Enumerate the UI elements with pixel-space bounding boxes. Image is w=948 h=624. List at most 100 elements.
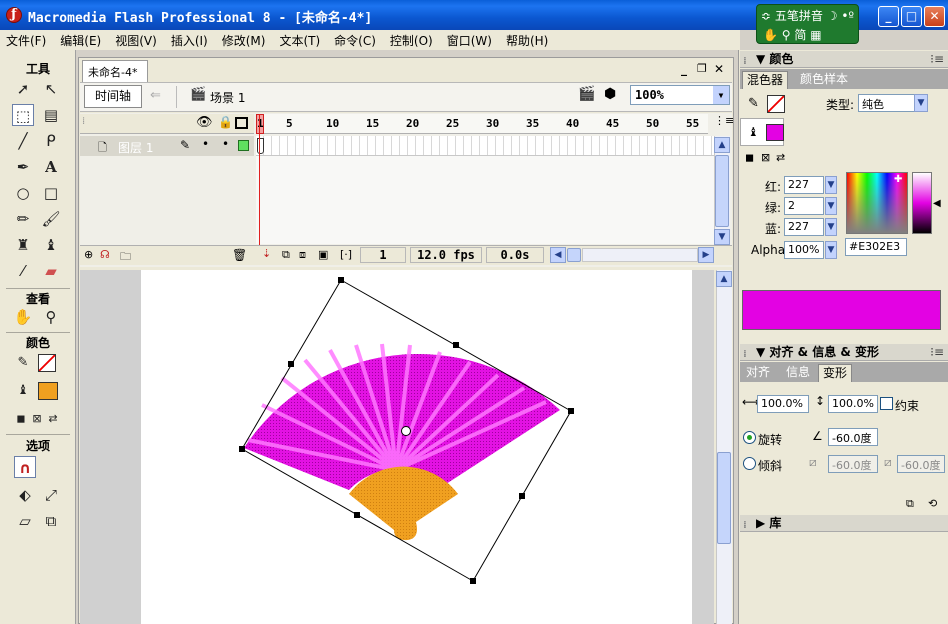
- skew-vertical-input[interactable]: -60.0度: [897, 455, 945, 473]
- ime-mode[interactable]: 简: [794, 28, 806, 42]
- align-panel-header[interactable]: ⁞ ▼ 对齐 & 信息 & 变形 ⁝≡: [740, 344, 948, 361]
- maximize-button[interactable]: □: [901, 6, 922, 27]
- panel-fill-swatch[interactable]: [766, 124, 784, 141]
- panel-options-icon[interactable]: ⁝≡: [930, 344, 944, 361]
- transform-center-point[interactable]: [401, 426, 411, 436]
- close-button[interactable]: ✕: [924, 6, 945, 27]
- timeline-scroll-left[interactable]: ◀: [550, 247, 566, 263]
- line-tool-icon[interactable]: ╱: [12, 130, 34, 152]
- menu-control[interactable]: 控制(O): [390, 32, 433, 49]
- modify-onion-markers-icon[interactable]: [·]: [340, 248, 352, 261]
- timeline-scroll-right[interactable]: ▶: [698, 247, 714, 263]
- delete-layer-icon[interactable]: 🗑: [232, 248, 247, 262]
- distort-icon[interactable]: ▱: [14, 510, 36, 532]
- reset-transform-icon[interactable]: ⟲: [928, 497, 937, 510]
- back-arrow-icon[interactable]: ⇐: [150, 88, 161, 103]
- swap-colors-icon[interactable]: ⇄: [42, 408, 64, 430]
- brightness-pointer-icon[interactable]: ◀: [933, 198, 941, 209]
- pen-tool-icon[interactable]: ✒: [12, 156, 34, 178]
- stroke-color-swatch[interactable]: [38, 354, 56, 372]
- subselection-tool-icon[interactable]: ↖: [40, 78, 62, 100]
- ime-toolbar[interactable]: ≎ 五笔拼音 ☽ •º ✋ ⚲ 简 ▦: [756, 4, 859, 44]
- stage-artwork[interactable]: [80, 270, 714, 624]
- fill-type-dropdown-icon[interactable]: ▼: [914, 94, 928, 112]
- eyedropper-tool-icon[interactable]: ⁄: [12, 260, 34, 282]
- tab-color-swatches[interactable]: 颜色样本: [796, 71, 852, 89]
- ime-punct-icon[interactable]: •º: [841, 9, 854, 23]
- fill-bucket-icon[interactable]: ♝: [12, 380, 34, 402]
- timeline-grip-icon[interactable]: ⁞: [82, 116, 85, 127]
- no-color-small-icon[interactable]: ⊠: [761, 151, 770, 164]
- zoom-select[interactable]: 100%: [630, 85, 730, 105]
- menu-view[interactable]: 视图(V): [115, 32, 157, 49]
- red-input[interactable]: 227: [784, 176, 824, 194]
- menu-insert[interactable]: 插入(I): [171, 32, 208, 49]
- green-dropdown-icon[interactable]: ▼: [825, 197, 837, 215]
- tab-info[interactable]: 信息: [782, 364, 814, 382]
- add-layer-icon[interactable]: ⊕: [84, 248, 93, 261]
- panel-grip-icon[interactable]: ⁞: [743, 517, 747, 534]
- edit-multiple-frames-icon[interactable]: ▣: [318, 248, 328, 261]
- frame-rate[interactable]: 12.0 fps: [410, 247, 482, 263]
- layer-lock-dot[interactable]: •: [222, 137, 229, 151]
- add-folder-icon[interactable]: 🗀: [120, 248, 131, 267]
- eraser-tool-icon[interactable]: ▰: [40, 260, 62, 282]
- fill-transform-tool-icon[interactable]: ▤: [40, 104, 62, 126]
- fill-color-swatch[interactable]: [38, 382, 58, 400]
- scene-label[interactable]: 场景 1: [210, 89, 245, 106]
- tab-transform[interactable]: 变形: [818, 364, 853, 382]
- timeline-scroll-down[interactable]: ▼: [714, 229, 730, 245]
- spectrum-crosshair-icon[interactable]: ✚: [894, 174, 902, 185]
- snap-magnet-icon[interactable]: ∩: [14, 456, 36, 478]
- blue-input[interactable]: 227: [784, 218, 824, 236]
- ime-menu-icon[interactable]: ≎: [761, 9, 771, 23]
- ime-moon-icon[interactable]: ☽: [827, 9, 838, 23]
- menu-commands[interactable]: 命令(C): [334, 32, 376, 49]
- zoom-tool-icon[interactable]: ⚲: [40, 306, 62, 328]
- envelope-icon[interactable]: ⧉: [40, 510, 62, 532]
- skew-horizontal-input[interactable]: -60.0度: [828, 455, 878, 473]
- panel-options-icon[interactable]: ⁝≡: [930, 51, 944, 68]
- pencil-tool-icon[interactable]: ✏: [12, 208, 34, 230]
- layer-row[interactable]: 🗋 图层 1 ✎ • •: [80, 136, 254, 156]
- layer-visible-dot[interactable]: •: [202, 137, 209, 151]
- copy-transform-icon[interactable]: ⧉: [906, 497, 914, 511]
- onion-skin-icon[interactable]: ⧉: [282, 248, 290, 262]
- black-white-small-icon[interactable]: ◼: [745, 151, 754, 164]
- brush-tool-icon[interactable]: 🖌: [40, 208, 62, 230]
- paint-bucket-tool-icon[interactable]: ♝: [40, 234, 62, 256]
- color-panel-header[interactable]: ⁞ ▼ 颜色 ⁝≡: [740, 51, 948, 68]
- center-frame-icon[interactable]: ⇣: [262, 247, 271, 260]
- doc-minimize-icon[interactable]: _: [681, 62, 687, 76]
- skew-radio[interactable]: [743, 457, 756, 470]
- scale-height-input[interactable]: 100.0%: [828, 395, 878, 413]
- edit-symbols-icon[interactable]: ⬢: [604, 86, 616, 102]
- eye-icon[interactable]: 👁: [196, 115, 213, 130]
- panel-stroke-swatch[interactable]: [767, 95, 785, 113]
- constrain-checkbox[interactable]: [880, 397, 893, 410]
- alpha-dropdown-icon[interactable]: ▼: [825, 241, 837, 259]
- hex-input[interactable]: #E302E3: [845, 238, 907, 256]
- rotate-radio[interactable]: [743, 431, 756, 444]
- ink-bottle-tool-icon[interactable]: ♜: [12, 234, 34, 256]
- flash-app-icon[interactable]: [6, 7, 22, 23]
- menu-edit[interactable]: 编辑(E): [60, 32, 101, 49]
- red-dropdown-icon[interactable]: ▼: [825, 176, 837, 194]
- ime-hand-icon[interactable]: ✋: [763, 28, 778, 42]
- ime-search-icon[interactable]: ⚲: [782, 28, 791, 42]
- outline-icon[interactable]: [235, 117, 248, 129]
- menu-text[interactable]: 文本(T): [279, 32, 320, 49]
- onion-outline-icon[interactable]: ⧈: [299, 248, 306, 262]
- stage-vscroll[interactable]: [716, 270, 732, 624]
- timeline-scroll-up[interactable]: ▲: [714, 137, 730, 153]
- lasso-tool-icon[interactable]: ᑭ: [40, 130, 62, 152]
- stage-scroll-up[interactable]: ▲: [716, 271, 732, 287]
- menu-modify[interactable]: 修改(M): [222, 32, 266, 49]
- alpha-input[interactable]: 100%: [784, 241, 824, 259]
- scale-icon[interactable]: ⤢: [40, 484, 62, 506]
- timeline-options-icon[interactable]: ⋮≡: [714, 114, 734, 127]
- edit-scene-icon[interactable]: 🎬: [578, 86, 595, 102]
- lock-icon[interactable]: 🔒: [218, 115, 233, 129]
- panel-grip-icon[interactable]: ⁞: [743, 346, 747, 363]
- menu-help[interactable]: 帮助(H): [506, 32, 548, 49]
